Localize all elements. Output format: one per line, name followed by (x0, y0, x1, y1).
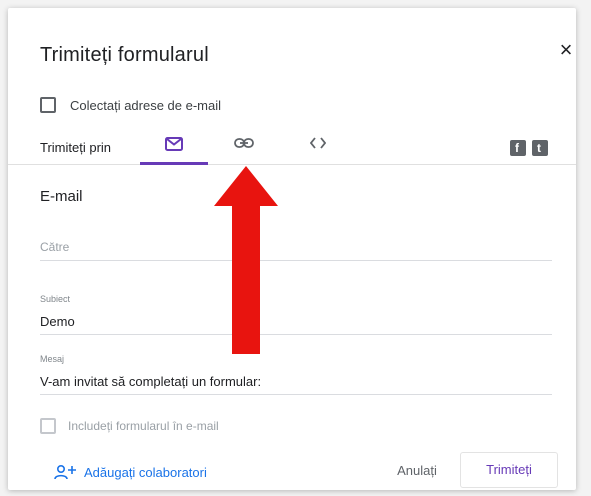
tab-link[interactable] (220, 128, 268, 164)
facebook-icon[interactable]: f (510, 140, 526, 156)
close-icon[interactable]: × (556, 39, 576, 61)
twitter-glyph: t (537, 141, 541, 155)
send-button[interactable]: Trimiteți (460, 452, 558, 488)
add-collaborators-label: Adăugați colaboratori (84, 464, 207, 480)
include-form-row: Includeți formularul în e-mail (40, 416, 219, 436)
add-person-icon (54, 464, 76, 480)
message-label: Mesaj (40, 354, 65, 364)
add-collaborators-button[interactable]: Adăugați colaboratori (54, 460, 207, 484)
message-field-underline (40, 394, 552, 395)
email-icon (165, 137, 183, 151)
annotation-arrow-icon (214, 166, 278, 354)
include-form-checkbox[interactable] (40, 418, 56, 434)
subject-value: Demo (40, 314, 75, 329)
twitter-icon[interactable]: t (532, 140, 548, 156)
facebook-glyph: f (515, 141, 519, 155)
link-icon (234, 138, 254, 148)
send-via-label: Trimiteți prin (40, 140, 112, 155)
collect-emails-checkbox[interactable] (40, 97, 56, 113)
tab-embed[interactable] (298, 128, 338, 164)
cancel-button[interactable]: Anulați (384, 456, 450, 486)
subject-field-underline (40, 334, 552, 335)
to-field[interactable]: Către (40, 234, 552, 262)
active-tab-indicator (140, 162, 208, 165)
send-via-row: Trimiteți prin f t (8, 128, 576, 165)
message-value: V-am invitat să completați un formular: (40, 374, 262, 389)
collect-emails-label: Colectați adrese de e-mail (70, 97, 222, 113)
to-field-underline (40, 260, 552, 261)
email-section-title: E-mail (40, 188, 83, 205)
tab-email[interactable] (140, 128, 208, 165)
message-field[interactable]: Mesaj V-am invitat să completați un form… (40, 354, 552, 396)
send-form-dialog: Trimiteți formularul × Colectați adrese … (8, 8, 576, 490)
subject-field[interactable]: Subiect Demo (40, 294, 552, 340)
embed-code-icon (310, 137, 326, 149)
subject-label: Subiect (40, 294, 71, 304)
dialog-title: Trimiteți formularul (40, 44, 209, 66)
collect-emails-row: Colectați adrese de e-mail (40, 94, 221, 116)
to-placeholder: Către (40, 240, 70, 254)
include-form-label: Includeți formularul în e-mail (68, 419, 219, 433)
